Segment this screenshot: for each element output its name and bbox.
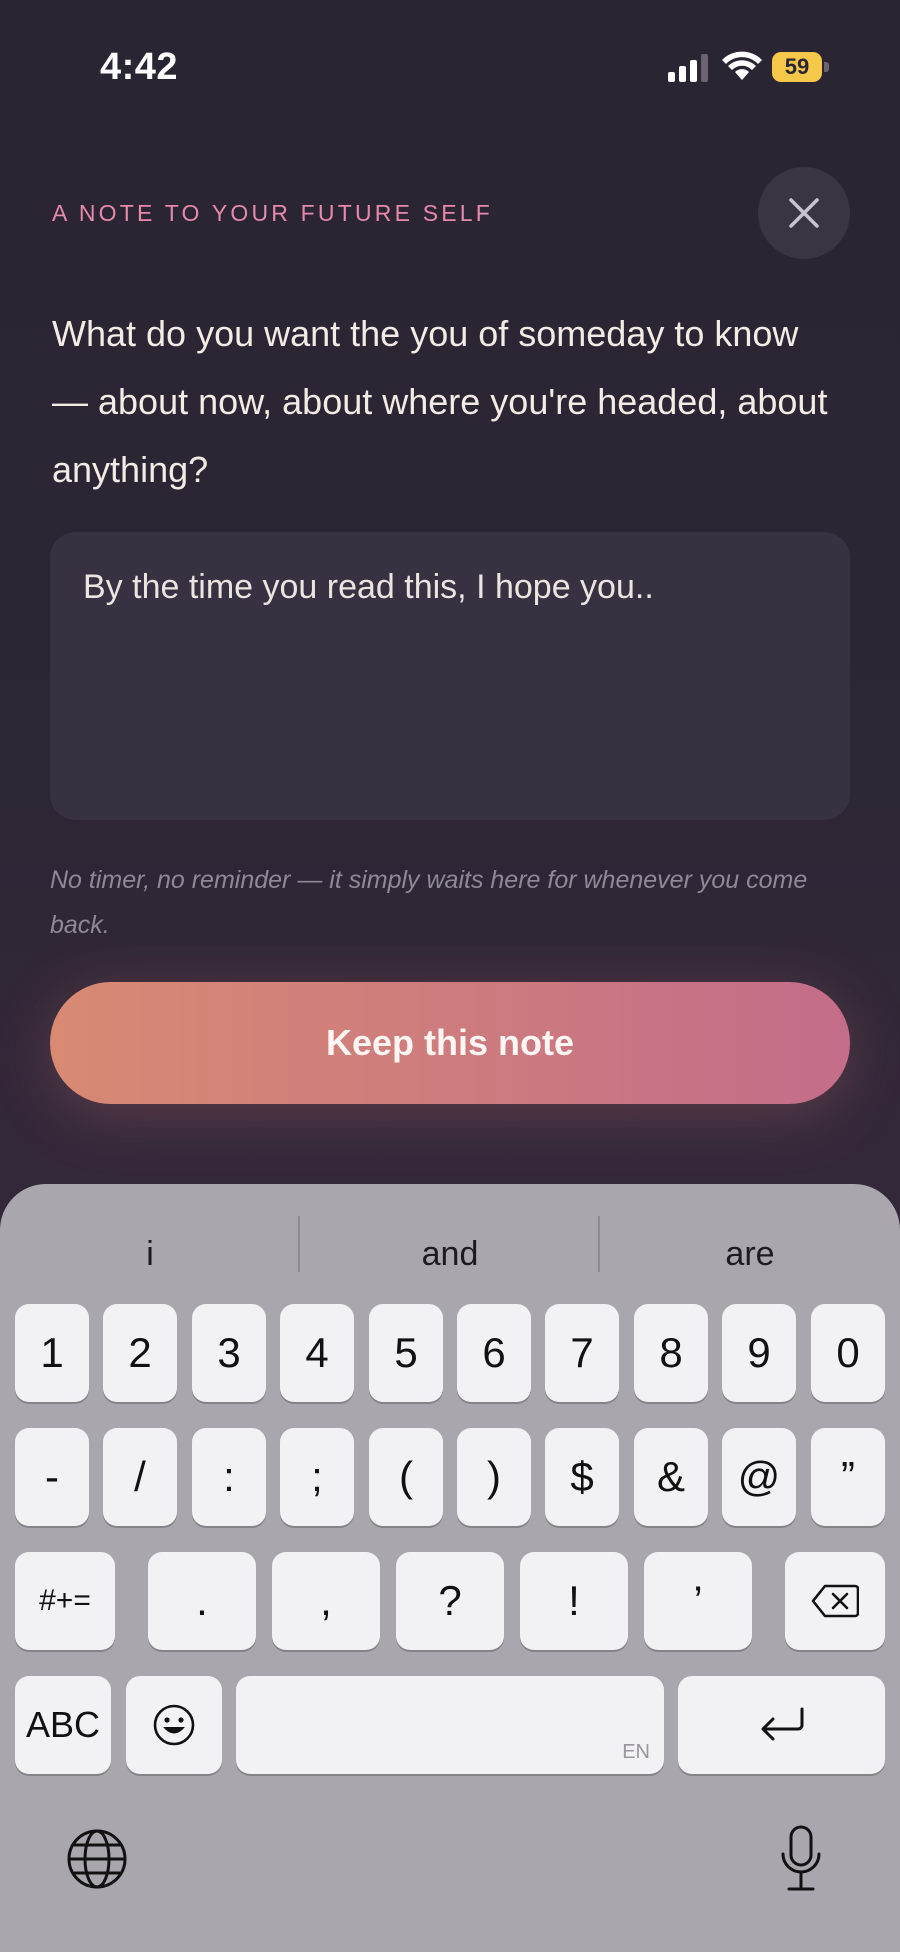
key-4[interactable]: 4 (280, 1304, 354, 1402)
key-exclamation[interactable]: ! (520, 1552, 628, 1650)
key-1[interactable]: 1 (15, 1304, 89, 1402)
note-textarea[interactable]: By the time you read this, I hope you.. (50, 532, 850, 820)
abc-key[interactable]: ABC (15, 1676, 111, 1774)
return-key[interactable] (678, 1676, 885, 1774)
eyebrow-title: A NOTE TO YOUR FUTURE SELF (52, 200, 494, 226)
close-button[interactable] (758, 167, 850, 259)
key-open-paren[interactable]: ( (369, 1428, 443, 1526)
note-text: By the time you read this, I hope you.. (83, 568, 654, 606)
emoji-icon (153, 1704, 195, 1746)
key-quote[interactable]: ” (811, 1428, 885, 1526)
suggestion-1[interactable]: i (50, 1224, 250, 1284)
suggestion-3[interactable]: are (650, 1224, 850, 1284)
key-period[interactable]: . (148, 1552, 256, 1650)
key-5[interactable]: 5 (369, 1304, 443, 1402)
key-7[interactable]: 7 (545, 1304, 619, 1402)
status-time: 4:42 (100, 46, 179, 88)
key-2[interactable]: 2 (103, 1304, 177, 1402)
key-0[interactable]: 0 (811, 1304, 885, 1402)
return-icon (761, 1707, 803, 1741)
wifi-icon (722, 51, 762, 80)
suggestion-divider (598, 1216, 600, 1272)
key-ampersand[interactable]: & (634, 1428, 708, 1526)
space-language-label: EN (622, 1741, 650, 1763)
hint-text: No timer, no reminder — it simply waits … (50, 866, 808, 939)
key-9[interactable]: 9 (722, 1304, 796, 1402)
keyboard: i and are 1 2 3 4 5 6 7 8 9 0 - / : ; ( … (0, 1184, 900, 1952)
prompt-text: What do you want the you of someday to k… (52, 313, 828, 490)
emoji-key[interactable] (126, 1676, 222, 1774)
backspace-key[interactable] (785, 1552, 885, 1650)
key-comma[interactable]: , (272, 1552, 380, 1650)
keep-note-button[interactable]: Keep this note (50, 982, 850, 1104)
suggestion-2[interactable]: and (350, 1224, 550, 1284)
backspace-icon (811, 1584, 859, 1618)
space-key[interactable]: EN (236, 1676, 664, 1774)
battery-icon: 59 (772, 52, 832, 82)
signal-icon (668, 54, 708, 82)
close-icon (789, 198, 819, 228)
key-apostrophe[interactable]: ’ (644, 1552, 752, 1650)
key-8[interactable]: 8 (634, 1304, 708, 1402)
key-hyphen[interactable]: - (15, 1428, 89, 1526)
key-colon[interactable]: : (192, 1428, 266, 1526)
key-6[interactable]: 6 (457, 1304, 531, 1402)
key-at[interactable]: @ (722, 1428, 796, 1526)
suggestion-divider (298, 1216, 300, 1272)
battery-level: 59 (772, 52, 822, 82)
key-question[interactable]: ? (396, 1552, 504, 1650)
key-dollar[interactable]: $ (545, 1428, 619, 1526)
key-more-symbols[interactable]: #+= (15, 1552, 115, 1650)
keep-note-label: Keep this note (325, 1022, 575, 1063)
globe-icon[interactable] (66, 1828, 128, 1890)
microphone-icon[interactable] (778, 1824, 824, 1894)
key-semicolon[interactable]: ; (280, 1428, 354, 1526)
key-3[interactable]: 3 (192, 1304, 266, 1402)
key-close-paren[interactable]: ) (457, 1428, 531, 1526)
status-bar: 4:42 59 (0, 0, 900, 130)
key-slash[interactable]: / (103, 1428, 177, 1526)
